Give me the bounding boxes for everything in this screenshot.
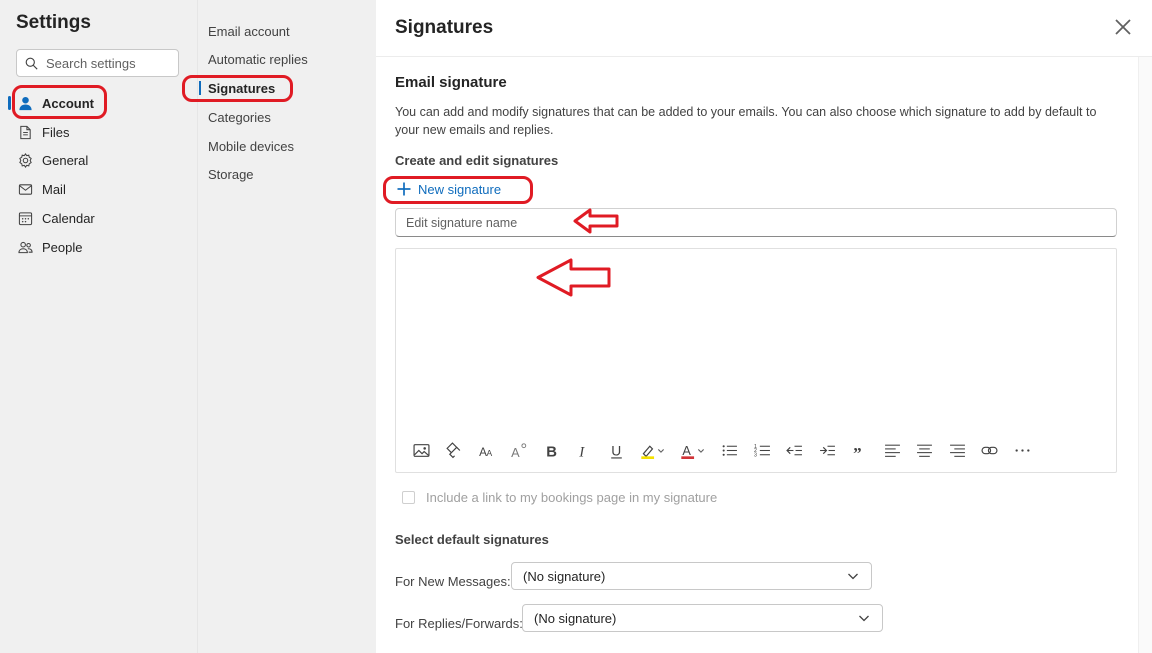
nav-item-label: Mail [42,181,66,197]
replies-dropdown[interactable]: (No signature) [522,604,883,632]
section-description: You can add and modify signatures that c… [395,105,1097,137]
mail-icon [18,183,33,195]
plus-icon [397,182,411,196]
chevron-down-icon [848,573,858,580]
insert-picture-icon[interactable] [410,439,432,461]
default-signatures-title: Select default signatures [395,532,549,547]
numbering-icon[interactable]: 123 [751,439,773,461]
bookings-checkbox [402,491,415,504]
new-messages-value: (No signature) [523,568,606,584]
subnav-categories[interactable]: Categories [208,104,271,130]
svg-text:U: U [611,442,621,458]
chevron-down-icon [859,615,869,622]
text-effects-icon[interactable]: A [508,439,530,461]
nav-item-people[interactable]: People [0,233,197,261]
settings-title: Settings [16,12,91,33]
signature-editor: AA A B I U A 123 ” [395,248,1117,473]
align-center-icon[interactable] [914,439,936,461]
link-icon[interactable] [979,439,1001,461]
new-signature-label: New signature [418,181,502,197]
signature-name-input[interactable] [395,208,1117,237]
settings-subnav: Email account Automatic replies Signatur… [197,0,375,653]
decrease-indent-icon[interactable] [784,439,806,461]
calendar-icon [18,211,33,225]
new-messages-label: For New Messages: [395,574,511,589]
file-icon [20,125,31,139]
panel-title: Signatures [395,17,494,38]
scrollbar[interactable] [1138,57,1152,653]
replies-value: (No signature) [534,610,617,626]
bookings-label: Include a link to my bookings page in my… [426,490,718,505]
format-toolbar: AA A B I U A 123 ” [410,439,1044,461]
subnav-storage[interactable]: Storage [208,161,254,187]
gear-icon [19,152,32,168]
subnav-signatures[interactable]: Signatures [198,75,275,101]
settings-nav: Settings Account Files General Mail Cale… [0,0,197,653]
nav-item-label: Files [42,124,70,140]
font-color-icon[interactable]: A [678,439,708,461]
format-painter-icon[interactable] [443,439,465,461]
svg-text:3: 3 [754,452,757,458]
subnav-mobile-devices[interactable]: Mobile devices [208,133,294,159]
search-box[interactable] [16,49,179,77]
close-icon[interactable] [1112,16,1134,38]
nav-item-label: People [42,239,83,255]
nav-item-label: Account [42,95,94,111]
italic-icon[interactable]: I [573,439,595,461]
svg-text:I: I [578,444,585,459]
align-left-icon[interactable] [881,439,903,461]
svg-text:B: B [546,444,557,459]
nav-item-files[interactable]: Files [0,118,197,146]
signatures-panel: Signatures Email signature You can add a… [376,0,1152,653]
new-signature-button[interactable]: New signature [396,178,501,200]
increase-indent-icon[interactable] [816,439,838,461]
svg-text:A: A [682,442,691,457]
nav-item-mail[interactable]: Mail [0,175,197,203]
subnav-email-account[interactable]: Email account [208,18,290,44]
highlight-icon[interactable] [638,439,668,461]
nav-item-label: General [42,152,89,168]
section-title: Email signature [395,74,507,91]
bookings-link-option: Include a link to my bookings page in my… [402,490,717,505]
svg-text:”: ” [853,444,862,459]
search-input[interactable] [46,55,176,71]
svg-text:A: A [486,447,492,457]
nav-item-account[interactable]: Account [0,89,197,117]
nav-item-calendar[interactable]: Calendar [0,204,197,232]
nav-item-general[interactable]: General [0,146,197,174]
person-icon [19,96,32,110]
nav-item-label: Calendar [42,210,95,226]
bullets-icon[interactable] [719,439,741,461]
bold-icon[interactable]: B [540,439,562,461]
font-size-icon[interactable]: AA [475,439,497,461]
subnav-automatic-replies[interactable]: Automatic replies [208,46,308,72]
people-icon [18,241,33,253]
create-edit-label: Create and edit signatures [395,153,559,168]
underline-icon[interactable]: U [605,439,627,461]
replies-label: For Replies/Forwards: [395,616,523,631]
quote-icon[interactable]: ” [849,439,871,461]
more-icon[interactable] [1011,439,1033,461]
search-icon [25,57,38,70]
signature-body-input[interactable] [396,249,1116,429]
new-messages-dropdown[interactable]: (No signature) [511,562,872,590]
svg-text:A: A [511,444,520,458]
panel-header: Signatures [376,0,1152,57]
align-right-icon[interactable] [946,439,968,461]
